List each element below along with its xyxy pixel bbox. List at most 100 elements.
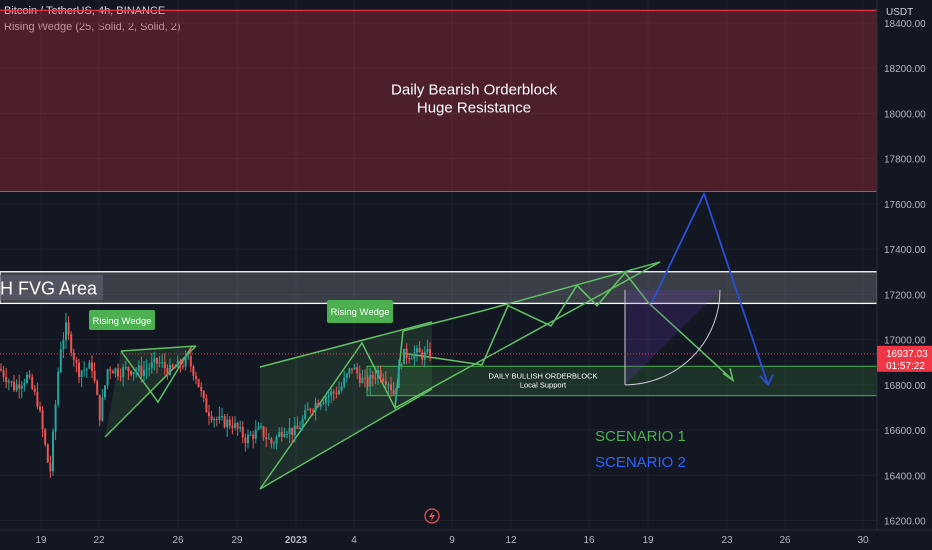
candle-body <box>54 404 57 432</box>
candle-body <box>205 398 208 413</box>
candle-body <box>148 368 151 370</box>
candle-body <box>257 426 260 430</box>
scenario-2-label: SCENARIO 2 <box>595 454 686 471</box>
candle-body <box>384 381 387 385</box>
candle-body <box>221 416 223 418</box>
candle-body <box>236 423 239 429</box>
x-tick-label: 16 <box>583 535 595 546</box>
candle-body <box>252 434 255 439</box>
candle-body <box>262 426 265 438</box>
y-tick-label: 17400.00 <box>884 245 926 256</box>
candle-body <box>104 385 106 398</box>
candle-body <box>366 377 369 387</box>
candle-body <box>273 443 275 445</box>
x-tick-label: 26 <box>172 535 184 546</box>
candle-body <box>228 419 231 426</box>
candle-body <box>223 416 226 428</box>
y-tick-label: 18200.00 <box>884 64 926 75</box>
candle-body <box>208 412 210 417</box>
candle-body <box>239 426 242 429</box>
candle-body <box>410 358 413 360</box>
candle-body <box>306 409 309 411</box>
y-tick-label: 17600.00 <box>884 200 926 211</box>
candle-body <box>358 373 361 383</box>
candle-body <box>296 425 299 429</box>
candle-body <box>65 322 67 340</box>
candle-body <box>31 377 34 389</box>
candle-body <box>234 423 236 428</box>
candle-body <box>57 372 60 405</box>
candle-body <box>187 356 190 358</box>
candle-body <box>322 402 325 405</box>
candle-body <box>387 384 390 386</box>
candle-body <box>192 366 195 376</box>
candle-body <box>96 380 99 395</box>
wedge-label-2: Rising Wedge <box>331 307 390 318</box>
candle-body <box>400 364 403 367</box>
candle-body <box>114 368 117 374</box>
candle-body <box>20 385 23 389</box>
candle-body <box>140 365 143 376</box>
candle-body <box>353 367 356 370</box>
candle-body <box>200 387 203 392</box>
candle-body <box>124 367 127 369</box>
candle-body <box>23 382 26 386</box>
candle-body <box>265 437 268 439</box>
candle-body <box>189 356 192 367</box>
y-tick-label: 18000.00 <box>884 109 926 120</box>
candle-body <box>325 397 327 403</box>
candle-body <box>364 377 366 379</box>
candle-body <box>98 394 101 421</box>
candle-body <box>52 431 54 472</box>
candle-body <box>127 367 130 372</box>
y-tick-label: 17000.00 <box>884 336 926 347</box>
candle-body <box>340 386 343 391</box>
candle-body <box>171 365 174 368</box>
candle-body <box>39 406 41 411</box>
candle-body <box>26 374 28 383</box>
candle-body <box>395 387 398 395</box>
x-tick-label: 19 <box>35 535 47 546</box>
fvg-zone <box>0 271 878 305</box>
candle-body <box>330 391 333 396</box>
candle-body <box>70 334 73 353</box>
candle-body <box>153 358 156 363</box>
candle-body <box>5 376 8 383</box>
candle-body <box>426 348 429 353</box>
x-tick-label: 4 <box>351 535 357 546</box>
candle-body <box>231 425 234 428</box>
candle-body <box>0 368 2 371</box>
candle-body <box>78 362 80 378</box>
candle-body <box>392 390 395 395</box>
candle-body <box>122 367 125 377</box>
scenario-1-label: SCENARIO 1 <box>595 428 686 445</box>
candle-body <box>244 437 247 444</box>
candle-body <box>179 360 182 367</box>
candle-body <box>106 369 109 386</box>
candle-body <box>210 416 213 421</box>
candle-body <box>304 410 307 419</box>
y-tick-label: 17200.00 <box>884 290 926 301</box>
candle-body <box>319 404 322 407</box>
price-chart[interactable]: Daily Bearish OrderblockHuge Resistance 4… <box>0 0 932 550</box>
y-tick-label: 16800.00 <box>884 381 926 392</box>
candle-body <box>143 370 145 376</box>
candle-body <box>7 381 10 383</box>
candle-body <box>317 403 320 407</box>
candle-body <box>36 391 39 407</box>
candle-body <box>13 381 15 391</box>
candle-body <box>174 367 177 369</box>
candle-body <box>197 378 200 388</box>
candle-body <box>293 425 296 436</box>
candle-body <box>91 362 93 372</box>
y-tick-label: 17800.00 <box>884 155 926 166</box>
candle-body <box>241 426 244 438</box>
candle-body <box>416 348 418 353</box>
candle-body <box>93 371 96 381</box>
candle-body <box>345 373 348 378</box>
bearish-zone-label: Daily Bearish Orderblock <box>391 81 557 98</box>
candle-body <box>327 395 330 398</box>
candle-body <box>85 368 88 370</box>
countdown-value: 01:57:22 <box>886 361 925 372</box>
candle-body <box>335 392 338 395</box>
